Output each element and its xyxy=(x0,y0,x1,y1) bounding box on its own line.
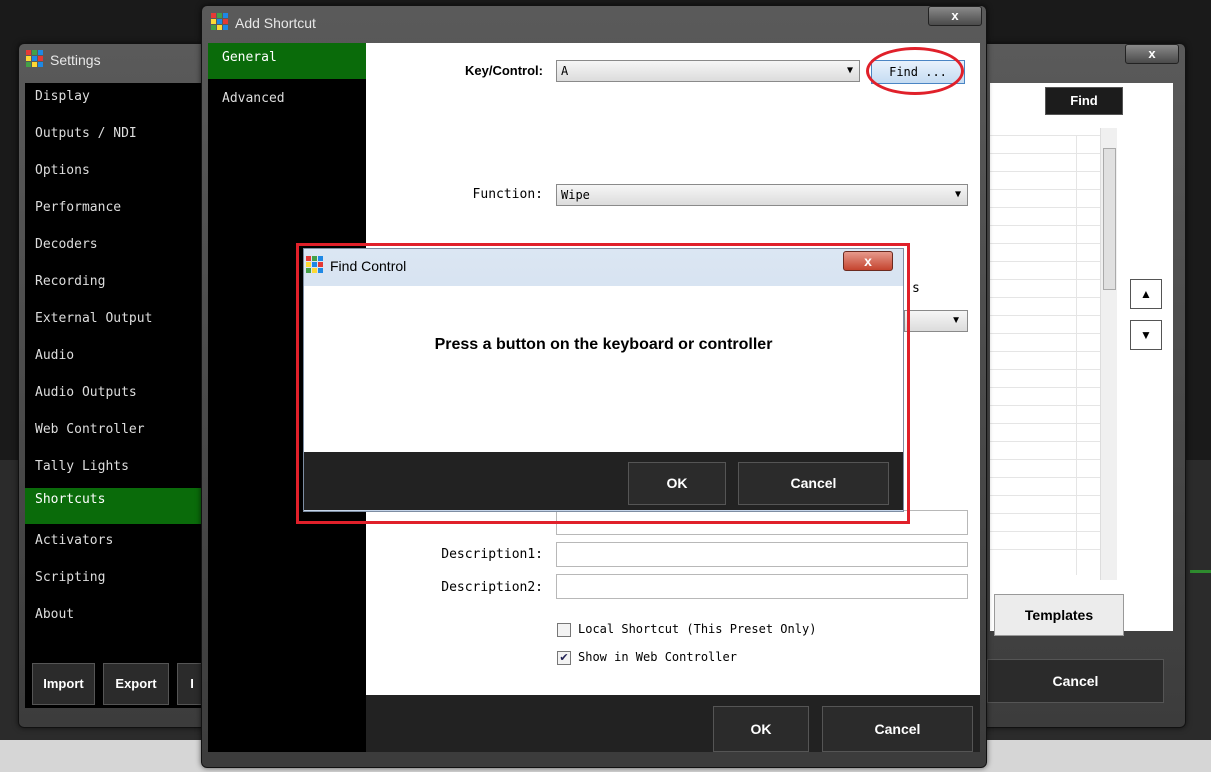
settings-app-icon xyxy=(26,50,43,67)
checkmark-icon: ✔ xyxy=(559,652,569,664)
tab-advanced[interactable]: Advanced xyxy=(208,85,366,113)
description2-field[interactable] xyxy=(556,574,968,599)
arrow-up-icon: ▲ xyxy=(1140,287,1152,301)
move-up-button[interactable]: ▲ xyxy=(1130,279,1162,309)
list-scrollbar[interactable] xyxy=(1100,128,1117,580)
chevron-down-icon: ▼ xyxy=(954,189,961,200)
add-shortcut-close-button[interactable]: x xyxy=(928,6,982,26)
show-in-web-label: Show in Web Controller xyxy=(578,650,737,664)
close-icon: x xyxy=(951,8,959,23)
description1-label: Description1: xyxy=(441,547,543,562)
add-shortcut-cancel-button[interactable]: Cancel xyxy=(822,706,973,752)
arrow-down-icon: ▼ xyxy=(1140,328,1152,342)
hidden-select[interactable]: ▼ xyxy=(904,310,968,332)
settings-close-button[interactable]: x xyxy=(1125,44,1179,64)
import-button[interactable]: Import xyxy=(32,663,95,705)
move-down-button[interactable]: ▼ xyxy=(1130,320,1162,350)
key-control-label: Key/Control: xyxy=(465,63,543,78)
local-shortcut-label: Local Shortcut (This Preset Only) xyxy=(578,622,817,636)
description1-field[interactable] xyxy=(556,542,968,567)
description2-label: Description2: xyxy=(441,580,543,595)
scrollbar-thumb[interactable] xyxy=(1103,148,1116,290)
templates-button[interactable]: Templates xyxy=(994,594,1124,636)
function-label: Function: xyxy=(472,187,543,202)
export-button[interactable]: Export xyxy=(103,663,169,705)
local-shortcut-checkbox[interactable] xyxy=(557,623,571,637)
shortcuts-list-pane xyxy=(990,83,1173,631)
show-in-web-checkbox[interactable]: ✔ xyxy=(557,651,571,665)
close-icon: x xyxy=(1148,46,1156,61)
find-button-highlight xyxy=(866,47,964,95)
find-control-highlight xyxy=(296,243,910,524)
add-shortcut-app-icon xyxy=(211,13,228,30)
settings-cancel-button[interactable]: Cancel xyxy=(987,659,1164,703)
add-shortcut-ok-button[interactable]: OK xyxy=(713,706,809,752)
partial-label: s xyxy=(912,281,920,296)
function-select[interactable]: Wipe ▼ xyxy=(556,184,968,206)
chevron-down-icon: ▼ xyxy=(951,315,961,326)
settings-title: Settings xyxy=(50,52,101,68)
key-control-select[interactable]: A ▼ xyxy=(556,60,860,82)
add-shortcut-title: Add Shortcut xyxy=(235,15,316,31)
function-value: Wipe xyxy=(561,188,590,202)
find-shortcut-button[interactable]: Find xyxy=(1045,87,1123,115)
tab-general[interactable]: General xyxy=(208,43,366,79)
key-control-value: A xyxy=(561,64,569,78)
chevron-down-icon: ▼ xyxy=(846,65,853,76)
accent-line xyxy=(1190,570,1211,573)
